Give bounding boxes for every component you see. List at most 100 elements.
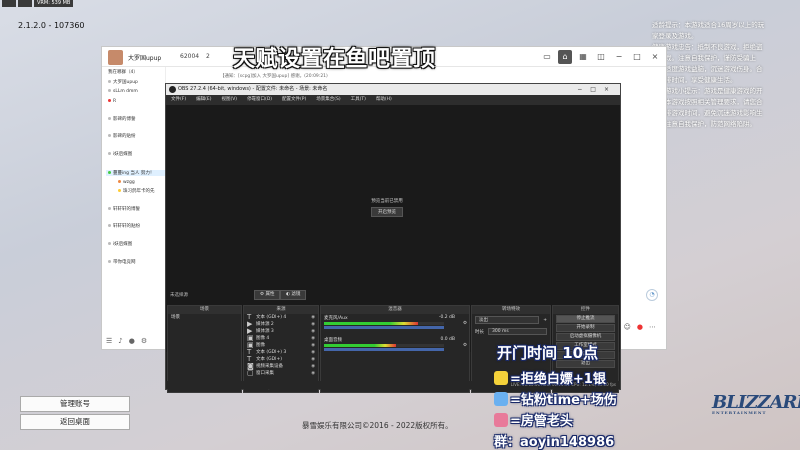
volume-slider[interactable]	[324, 326, 444, 329]
gear-icon[interactable]: ⚙	[463, 343, 467, 348]
qq-right-panel: ◔	[620, 67, 666, 349]
source-item[interactable]: ▣ 图像 ◉	[244, 342, 318, 349]
sidebar-item[interactable]: i妖后媒图	[108, 241, 132, 247]
gamepad-icon[interactable]: ◫	[594, 50, 608, 64]
source-item[interactable]: ◙ 视频采集设备 ◉	[244, 363, 318, 370]
start-recording-button[interactable]: 开始录制	[556, 324, 615, 332]
home-icon[interactable]: ⌂	[558, 50, 572, 64]
diamond-fan-icon	[494, 392, 508, 406]
notice-line: 健康游戏小提示：游戏是健康游戏的开	[652, 87, 763, 95]
menu-file[interactable]: 文件(F)	[171, 95, 186, 105]
volume-icon[interactable]: ♪	[118, 337, 122, 345]
assistant-icon[interactable]: ◔	[646, 289, 658, 301]
sidebar-subitem[interactable]: wzgg	[118, 180, 135, 185]
sidebar-item[interactable]: 带你电竞网	[108, 259, 136, 265]
notice-line: 理安排时间，享受健康生活。	[652, 76, 737, 84]
sidebar-item[interactable]: sLLm dmm	[108, 89, 138, 94]
moderator-icon	[494, 413, 508, 427]
blizzard-logo: BLIZZARD ENTERTAINMENT	[712, 392, 800, 428]
back-desktop-button[interactable]: 返回桌面	[20, 414, 130, 430]
source-item[interactable]: ▶ 媒体源 2 ◉	[244, 321, 318, 328]
promo-line: =拒绝白嫖+1银	[494, 368, 606, 387]
window-controls[interactable]: −□×	[577, 84, 617, 95]
virtual-camera-button[interactable]: 启动虚拟摄像机	[556, 333, 615, 341]
transition-type-row: 淡出 +	[472, 314, 550, 326]
obs-title-text: OBS 27.2.4 (64-bit, windows) - 配置文件: 未命名…	[178, 86, 328, 92]
fishball-icon	[494, 371, 508, 385]
eye-icon: ◉	[311, 329, 315, 334]
emoji-icon[interactable]: ☺	[624, 323, 631, 331]
notice-line: 活，注意自我保护，防范网络陷阱。	[652, 120, 756, 128]
notice-line: 当。适度游戏益脑，沉迷游戏伤身。合	[652, 65, 763, 73]
source-item[interactable]: T 文本 (GDI+) 3 ◉	[244, 349, 318, 356]
menu-tools[interactable]: 工具(T)	[351, 95, 366, 105]
menu-icon[interactable]: ☰	[106, 337, 112, 345]
sources-dock-header: 来源	[244, 306, 318, 314]
obs-titlebar: OBS 27.2.4 (64-bit, windows) - 配置文件: 未命名…	[166, 84, 620, 95]
channel-name: 麦克风/Aux	[324, 316, 348, 321]
menu-help[interactable]: 帮助(H)	[376, 95, 392, 105]
properties-button[interactable]: ⚙ 属性	[254, 290, 281, 300]
avatar[interactable]	[108, 50, 123, 65]
source-item[interactable]: ▢ 窗口采集 ◉	[244, 370, 318, 377]
mixer-dock-header: 混音器	[321, 306, 469, 314]
source-item[interactable]: T 文本 (GDI+) 4 ◉	[244, 314, 318, 321]
video-icon[interactable]: ▭	[540, 50, 554, 64]
source-item[interactable]: ▣ 图像 4 ◉	[244, 335, 318, 342]
sidebar-item[interactable]: 大罗国upup	[108, 79, 138, 85]
vram-stat: VRM: 539 MB	[34, 0, 74, 7]
channel-db: 0.0 dB	[440, 337, 455, 342]
sidebar-item[interactable]: 影碑的博誓	[108, 116, 136, 122]
menu-profile[interactable]: 配置文件(P)	[282, 95, 306, 105]
transitions-dock-header: 转场特效	[472, 306, 550, 314]
image-icon: ▣	[247, 335, 254, 342]
sidebar-subitem[interactable]: 珠习鸽年卡的先	[118, 188, 155, 194]
scene-item[interactable]: 场景	[168, 314, 241, 321]
calendar-icon[interactable]: ▦	[576, 50, 590, 64]
sidebar-item[interactable]: 轩轩轩的贴纷	[108, 223, 140, 229]
eye-icon: ◉	[311, 357, 315, 362]
close-icon[interactable]: ×	[648, 50, 662, 64]
box-icon[interactable]: □	[630, 50, 644, 64]
no-source-label: 未选择源	[170, 293, 188, 298]
menu-edit[interactable]: 编辑(E)	[196, 95, 211, 105]
sidebar-item-selected[interactable]: 蔓蔓ing 当人 努力！	[106, 170, 165, 176]
health-notice: 适龄提示：本游戏适合16周岁以上的玩 家登录及游戏。 健康游戏忠告：抵制不良游戏…	[652, 20, 772, 130]
menu-docks[interactable]: 停靠窗口(D)	[247, 95, 272, 105]
window-icon: ▢	[247, 370, 254, 377]
preview-msg-text: 预览当前已禁用	[371, 199, 403, 204]
sidebar-header[interactable]: 我在哪群（4）	[108, 69, 138, 75]
source-item[interactable]: ▶ 媒体源 3 ◉	[244, 328, 318, 335]
transition-select[interactable]: 淡出	[475, 316, 540, 324]
enable-preview-button[interactable]: 开启预览	[371, 207, 403, 217]
duration-input[interactable]: 300 ms	[488, 328, 547, 335]
mic-icon[interactable]: ●	[129, 337, 135, 345]
promo-line: =房管老头	[494, 410, 573, 429]
add-icon[interactable]: +	[543, 318, 547, 323]
menu-view[interactable]: 视图(V)	[221, 95, 237, 105]
minus-icon[interactable]: −	[612, 50, 626, 64]
settings-icon[interactable]: ⚙	[141, 337, 147, 345]
source-item[interactable]: T 文本 (GDI+) ◉	[244, 356, 318, 363]
stop-streaming-button[interactable]: 停止推流	[556, 315, 615, 323]
sidebar-item[interactable]: R	[108, 99, 116, 104]
sidebar-item[interactable]: i妖后媒图	[108, 151, 132, 157]
filters-button[interactable]: ◐ 滤镜	[280, 290, 307, 300]
copyright-text: 暴雪娱乐有限公司©2016 - 2022版权所有。	[302, 421, 453, 430]
sidebar-item[interactable]: 影碑的贴纷	[108, 133, 136, 139]
more-icon[interactable]: ⋯	[649, 323, 656, 331]
version-label: 2.1.2.0 - 107360	[18, 21, 85, 30]
volume-slider[interactable]	[324, 348, 444, 351]
group-name[interactable]: 大罗国upup	[128, 53, 161, 62]
gear-icon[interactable]: ⚙	[463, 321, 467, 326]
media-icon: ▶	[247, 328, 253, 335]
media-icon: ▶	[247, 321, 253, 328]
sidebar-item[interactable]: 轩轩轩的博誓	[108, 206, 140, 212]
notice-line: 版游戏。注意自我保护，谨防受骗上	[652, 54, 756, 62]
manage-account-button[interactable]: 管理账号	[20, 396, 130, 412]
menu-scene-collection[interactable]: 场景集合(S)	[316, 95, 340, 105]
eye-icon: ◉	[311, 315, 315, 320]
mic-icon[interactable]: ●	[637, 323, 643, 331]
system-stats-bar: VRM: 539 MB	[0, 0, 800, 8]
scenes-dock-header: 场景	[168, 306, 241, 314]
